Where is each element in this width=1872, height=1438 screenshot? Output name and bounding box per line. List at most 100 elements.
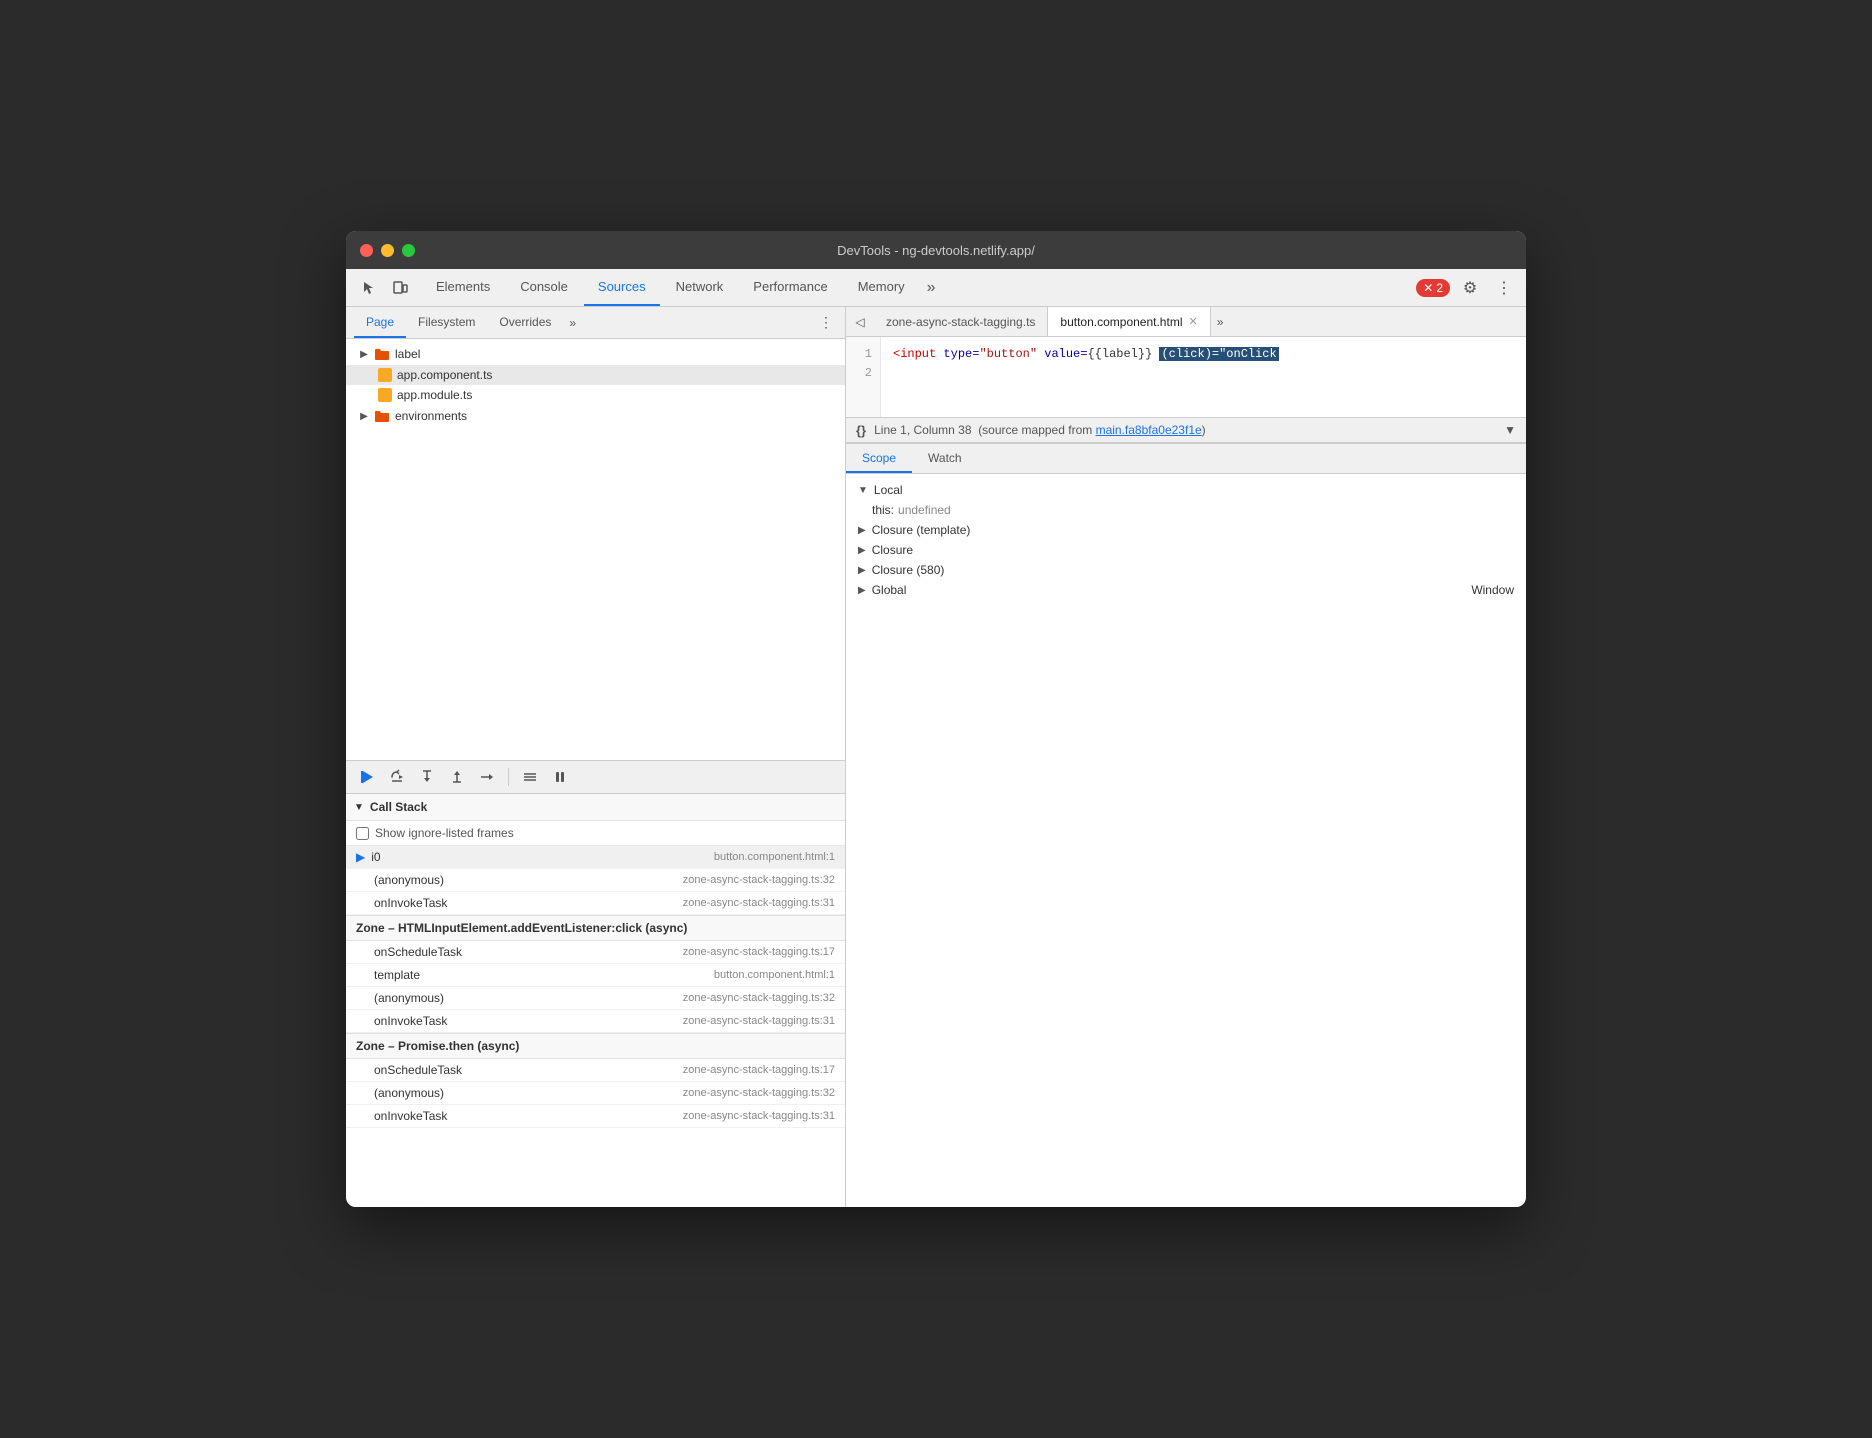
- file-tab-page[interactable]: Page: [354, 307, 406, 338]
- folder-label-name: label: [395, 347, 420, 361]
- async-separator-2-text: Zone – Promise.then (async): [356, 1039, 519, 1053]
- file-name-app-component: app.component.ts: [397, 368, 492, 382]
- frame-location-onInvokeTask3: zone-async-stack-tagging.ts:31: [683, 1110, 835, 1122]
- frame-location-anonymous3: zone-async-stack-tagging.ts:32: [683, 1087, 835, 1099]
- tab-sources[interactable]: Sources: [584, 269, 660, 306]
- scope-global[interactable]: ▶ Global Window: [846, 580, 1526, 600]
- stack-frame-anonymous3[interactable]: (anonymous) zone-async-stack-tagging.ts:…: [346, 1082, 845, 1105]
- scope-global-label: Global: [872, 583, 907, 597]
- file-panel-menu[interactable]: ⋮: [815, 310, 837, 335]
- tab-performance[interactable]: Performance: [739, 269, 841, 306]
- folder-arrow-label: ▶: [358, 348, 370, 360]
- tab-elements[interactable]: Elements: [422, 269, 504, 306]
- scope-closure[interactable]: ▶ Closure: [846, 540, 1526, 560]
- frame-name-onInvokeTask1: onInvokeTask: [374, 896, 683, 910]
- stack-frame-onInvokeTask1[interactable]: onInvokeTask zone-async-stack-tagging.ts…: [346, 892, 845, 915]
- debug-separator-1: [508, 768, 509, 786]
- tabs-more-button[interactable]: »: [921, 269, 942, 306]
- scope-this-row[interactable]: this: undefined: [846, 500, 1526, 520]
- more-options-button[interactable]: ⋮: [1490, 274, 1518, 302]
- main-tabs: Elements Console Sources Network Perform…: [422, 269, 942, 306]
- tree-item-environments-folder[interactable]: ▶ environments: [346, 405, 845, 427]
- scope-closure-580[interactable]: ▶ Closure (580): [846, 560, 1526, 580]
- scope-this-key: this:: [872, 503, 894, 517]
- folder-icon-label: [374, 346, 390, 362]
- toolbar-right: ✕ 2 ⚙ ⋮: [1416, 274, 1518, 302]
- ignore-frames-checkbox[interactable]: [356, 827, 369, 840]
- editor-back-button[interactable]: ◁: [850, 312, 870, 332]
- step-button[interactable]: [474, 764, 500, 790]
- close-button[interactable]: [360, 244, 373, 257]
- editor-tab-button-component[interactable]: button.component.html ✕: [1048, 307, 1210, 336]
- file-icon-app-component: [378, 368, 392, 382]
- minimize-button[interactable]: [381, 244, 394, 257]
- maximize-button[interactable]: [402, 244, 415, 257]
- step-over-button[interactable]: [384, 764, 410, 790]
- ignore-frames-label: Show ignore-listed frames: [375, 826, 514, 840]
- frame-name-i0: i0: [371, 850, 714, 864]
- status-collapse-arrow[interactable]: ▼: [1504, 423, 1516, 437]
- stack-frame-onScheduleTask2[interactable]: onScheduleTask zone-async-stack-tagging.…: [346, 1059, 845, 1082]
- status-text: Line 1, Column 38 (source mapped from ma…: [874, 423, 1206, 437]
- scope-tab-watch[interactable]: Watch: [912, 444, 978, 473]
- stack-frame-onScheduleTask[interactable]: onScheduleTask zone-async-stack-tagging.…: [346, 941, 845, 964]
- file-panel-tabs: Page Filesystem Overrides » ⋮: [346, 307, 845, 339]
- call-stack-header[interactable]: ▼ Call Stack: [346, 794, 845, 821]
- scope-closure-template[interactable]: ▶ Closure (template): [846, 520, 1526, 540]
- stack-frame-anonymous[interactable]: (anonymous) zone-async-stack-tagging.ts:…: [346, 869, 845, 892]
- tab-console[interactable]: Console: [506, 269, 582, 306]
- tree-item-app-component[interactable]: app.component.ts: [346, 365, 845, 385]
- tab-memory[interactable]: Memory: [844, 269, 919, 306]
- file-tab-overrides[interactable]: Overrides: [487, 307, 563, 338]
- file-name-app-module: app.module.ts: [397, 388, 472, 402]
- stack-frame-onInvokeTask3[interactable]: onInvokeTask zone-async-stack-tagging.ts…: [346, 1105, 845, 1128]
- scope-local-header[interactable]: ▼ Local: [846, 480, 1526, 500]
- error-icon: ✕: [1423, 281, 1433, 295]
- editor-tabs: ◁ zone-async-stack-tagging.ts button.com…: [846, 307, 1526, 337]
- stack-frame-i0[interactable]: ▶ i0 button.component.html:1: [346, 846, 845, 869]
- pause-exceptions-button[interactable]: [547, 764, 573, 790]
- stack-frame-onInvokeTask2[interactable]: onInvokeTask zone-async-stack-tagging.ts…: [346, 1010, 845, 1033]
- window-title: DevTools - ng-devtools.netlify.app/: [837, 243, 1035, 258]
- async-separator-1: Zone – HTMLInputElement.addEventListener…: [346, 915, 845, 941]
- file-tree: ▶ label app.component.ts app.module.ts: [346, 339, 845, 760]
- step-into-button[interactable]: [414, 764, 440, 790]
- frame-name-onScheduleTask2: onScheduleTask: [374, 1063, 683, 1077]
- editor-tabs-more[interactable]: »: [1211, 315, 1230, 329]
- code-editor: 1 2 <input type="button" value={{label}}…: [846, 337, 1526, 417]
- line-num-2: 2: [854, 364, 872, 383]
- stack-frame-anonymous2[interactable]: (anonymous) zone-async-stack-tagging.ts:…: [346, 987, 845, 1010]
- step-out-button[interactable]: [444, 764, 470, 790]
- file-tabs-more[interactable]: »: [563, 316, 582, 330]
- resume-button[interactable]: [354, 764, 380, 790]
- tab-network[interactable]: Network: [662, 269, 738, 306]
- scope-local-arrow: ▼: [858, 485, 868, 496]
- editor-tab-zone-async[interactable]: zone-async-stack-tagging.ts: [874, 307, 1048, 336]
- main-content: Page Filesystem Overrides » ⋮ ▶ label: [346, 307, 1526, 1207]
- scope-closure-arrow: ▶: [858, 545, 866, 556]
- source-map-link[interactable]: main.fa8bfa0e23f1e: [1096, 423, 1202, 437]
- code-content[interactable]: <input type="button" value={{label}} (cl…: [881, 337, 1526, 417]
- editor-tab-close[interactable]: ✕: [1188, 315, 1197, 328]
- settings-button[interactable]: ⚙: [1456, 274, 1484, 302]
- call-stack-arrow: ▼: [354, 802, 364, 813]
- scope-tab-scope[interactable]: Scope: [846, 444, 912, 473]
- devtools-window: DevTools - ng-devtools.netlify.app/ Elem…: [346, 231, 1526, 1207]
- error-badge[interactable]: ✕ 2: [1416, 279, 1450, 297]
- device-icon-button[interactable]: [386, 274, 414, 302]
- scope-global-value: Window: [1471, 583, 1514, 597]
- deactivate-breakpoints-button[interactable]: [517, 764, 543, 790]
- status-braces[interactable]: {}: [856, 423, 866, 438]
- right-panel: ◁ zone-async-stack-tagging.ts button.com…: [846, 307, 1526, 1207]
- frame-name-onInvokeTask2: onInvokeTask: [374, 1014, 683, 1028]
- cursor-icon-button[interactable]: [354, 274, 382, 302]
- async-separator-2: Zone – Promise.then (async): [346, 1033, 845, 1059]
- scope-closure-580-arrow: ▶: [858, 565, 866, 576]
- file-tab-filesystem[interactable]: Filesystem: [406, 307, 487, 338]
- frame-location-template: button.component.html:1: [714, 969, 835, 981]
- folder-icon-environments: [374, 408, 390, 424]
- tree-item-app-module[interactable]: app.module.ts: [346, 385, 845, 405]
- tree-item-label-folder[interactable]: ▶ label: [346, 343, 845, 365]
- stack-frame-template[interactable]: template button.component.html:1: [346, 964, 845, 987]
- ignore-frames-row: Show ignore-listed frames: [346, 821, 845, 846]
